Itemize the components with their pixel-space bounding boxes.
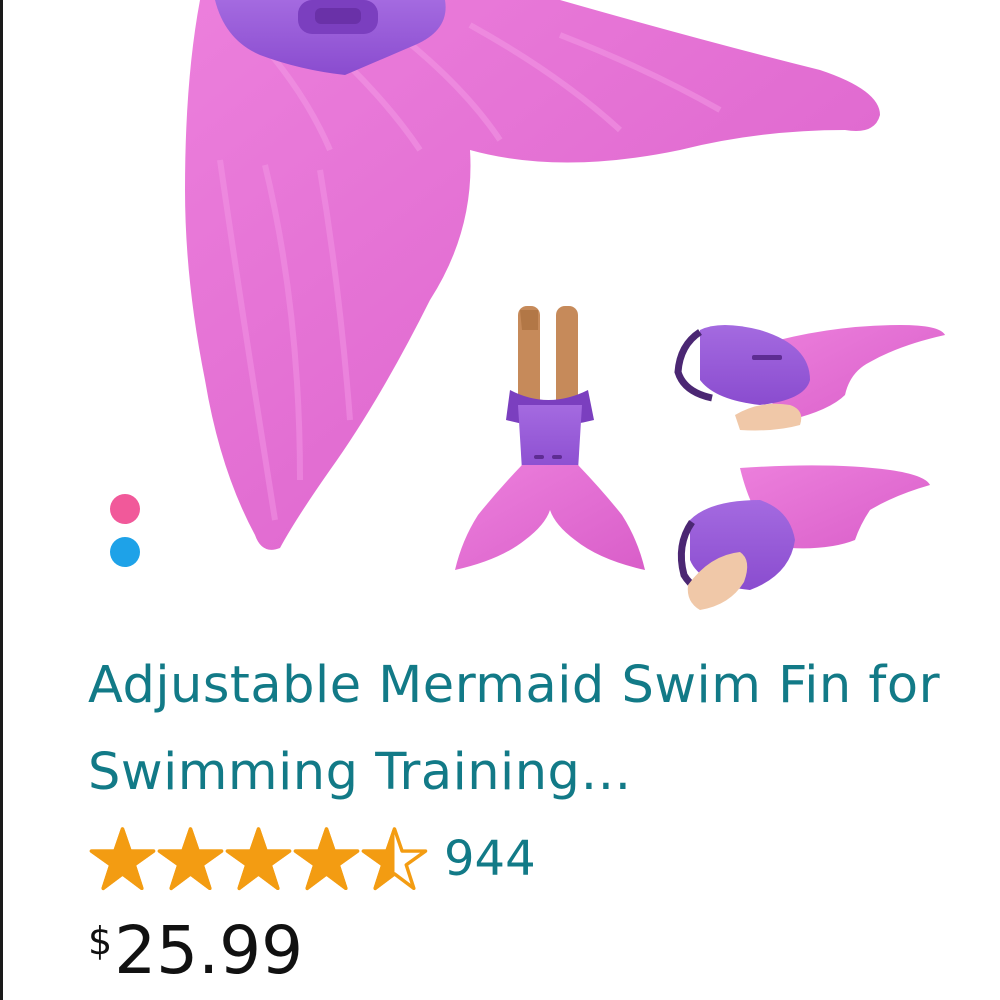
fin-strap-view-icon (677, 465, 930, 610)
fin-side-view-icon (674, 325, 945, 431)
star-full-icon (89, 827, 156, 891)
star-full-icon (293, 827, 360, 891)
color-swatch-pink[interactable] (110, 494, 140, 524)
color-swatch-blue[interactable] (110, 537, 140, 567)
price: $ 25.99 (88, 906, 303, 996)
fin-worn-front-icon (455, 306, 645, 570)
product-title[interactable]: Adjustable Mermaid Swim Fin for Swimming… (88, 642, 978, 816)
product-image[interactable] (0, 0, 1000, 630)
price-value: 25.99 (114, 912, 304, 989)
rating-row[interactable]: 944 (88, 824, 536, 894)
star-full-icon (157, 827, 224, 891)
star-rating[interactable] (88, 826, 428, 892)
star-full-icon (225, 827, 292, 891)
review-count[interactable]: 944 (444, 826, 536, 892)
price-currency-symbol: $ (88, 919, 113, 963)
star-half-icon (361, 827, 428, 891)
